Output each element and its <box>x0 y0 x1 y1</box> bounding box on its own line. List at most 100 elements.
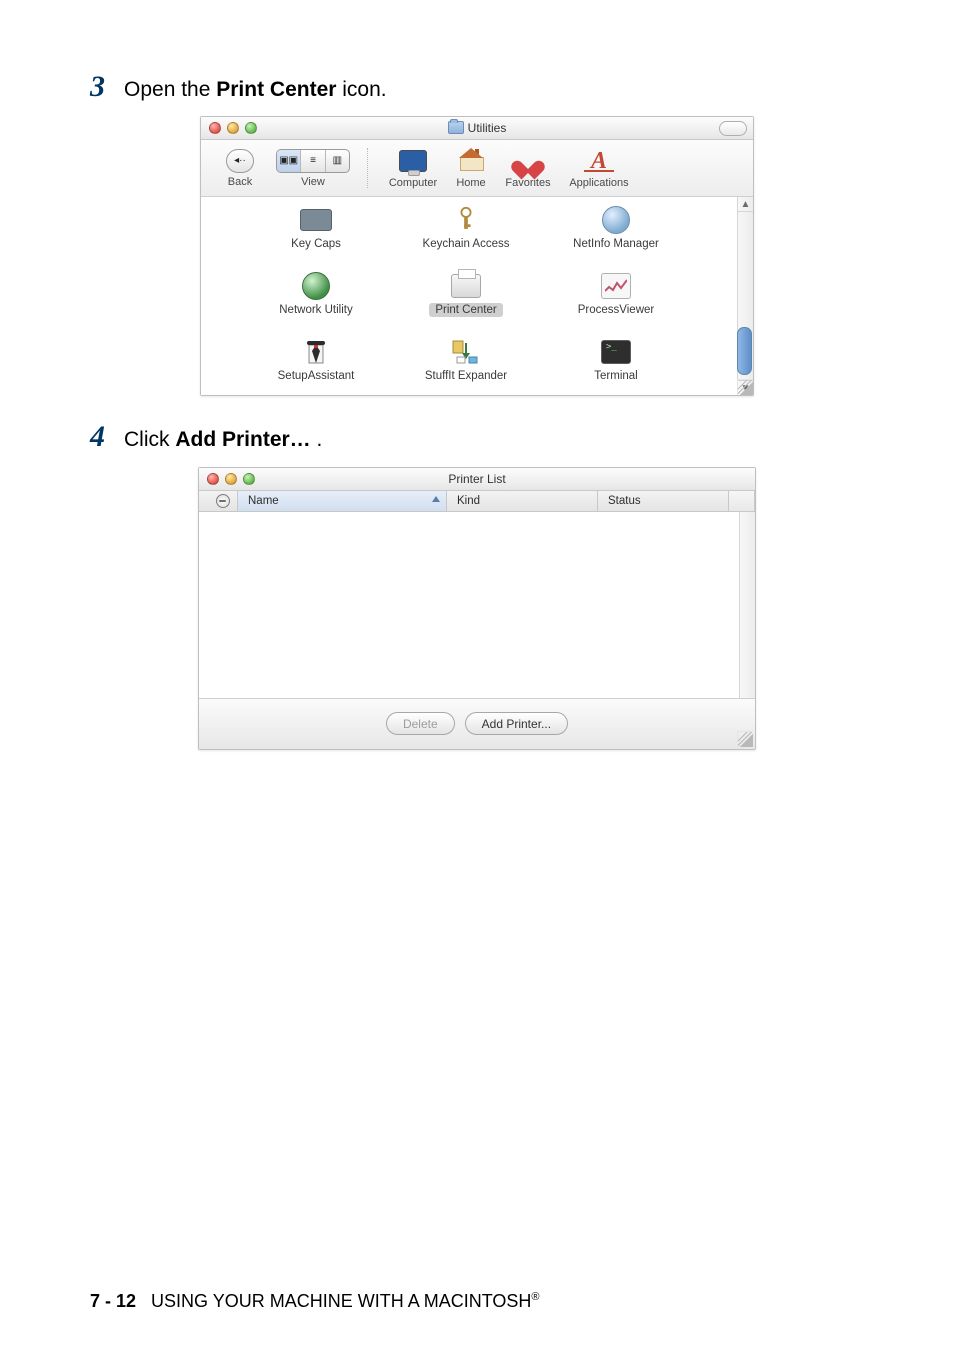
column-name[interactable]: Name <box>238 491 447 511</box>
key-caps-icon <box>300 209 332 231</box>
resize-handle-icon[interactable] <box>737 731 753 747</box>
toolbar: ◂·· Back ▣▣ ≡ ▥ View Computer Home <box>201 140 753 197</box>
network-icon <box>302 272 330 300</box>
home-button[interactable]: Home <box>445 148 497 189</box>
favorites-label: Favorites <box>497 177 559 189</box>
view-list-icon[interactable]: ≡ <box>300 150 324 172</box>
netinfo-icon <box>602 206 630 234</box>
processviewer-icon <box>601 273 631 299</box>
column-kind[interactable]: Kind <box>447 491 598 511</box>
item-label: Key Caps <box>287 237 345 251</box>
item-label: SetupAssistant <box>274 369 359 383</box>
add-printer-button-label: Add Printer... <box>482 717 551 731</box>
back-arrow-icon: ◂·· <box>234 155 246 166</box>
column-default[interactable] <box>199 491 238 511</box>
setupassistant-icon <box>305 339 327 365</box>
header-scroll-gap <box>729 491 755 511</box>
toolbar-separator <box>367 148 369 188</box>
home-icon <box>460 151 482 171</box>
chapter-title: USING YOUR MACHINE WITH A MACINTOSH <box>151 1291 531 1311</box>
view-switcher[interactable]: ▣▣ ≡ ▥ View <box>271 149 355 188</box>
scroll-up-icon[interactable]: ▲ <box>738 197 753 212</box>
zoom-icon[interactable] <box>243 473 255 485</box>
step-text: Open the Print Center icon. <box>124 76 387 104</box>
item-netinfo-manager[interactable]: NetInfo Manager <box>541 203 691 269</box>
printer-list-window: Printer List Name Kind Status Del <box>198 467 756 750</box>
item-print-center[interactable]: Print Center <box>391 269 541 335</box>
print-center-icon <box>451 274 481 298</box>
heart-icon <box>516 149 540 173</box>
scrollbar[interactable]: ▲ ▼ <box>737 197 753 395</box>
back-label: Back <box>215 176 265 188</box>
applications-label: Applications <box>559 177 639 189</box>
item-keychain-access[interactable]: Keychain Access <box>391 203 541 269</box>
zoom-icon[interactable] <box>245 122 257 134</box>
delete-button[interactable]: Delete <box>386 712 455 735</box>
window-title-text: Printer List <box>448 472 505 486</box>
computer-icon <box>399 150 427 172</box>
step-pre: Open the <box>124 78 216 101</box>
window-title-text: Utilities <box>468 121 507 135</box>
titlebar[interactable]: Printer List <box>199 468 755 491</box>
column-status-label: Status <box>608 495 641 507</box>
step-post: icon. <box>336 78 386 101</box>
item-network-utility[interactable]: Network Utility <box>241 269 391 335</box>
item-label: Print Center <box>429 303 502 317</box>
keychain-icon <box>455 206 477 234</box>
view-label: View <box>271 176 355 188</box>
minimize-icon[interactable] <box>225 473 237 485</box>
step-bold: Add Printer… <box>175 428 310 451</box>
view-column-icon[interactable]: ▥ <box>325 150 349 172</box>
item-label: ProcessViewer <box>574 303 659 317</box>
applications-icon: A <box>584 149 614 172</box>
step-text: Click Add Printer… . <box>124 426 322 454</box>
step-4: 4 Click Add Printer… . <box>90 420 864 454</box>
view-icon-grid-icon[interactable]: ▣▣ <box>277 150 300 172</box>
minimize-icon[interactable] <box>227 122 239 134</box>
column-name-label: Name <box>248 495 279 507</box>
item-setupassistant[interactable]: SetupAssistant <box>241 335 391 401</box>
folder-contents: Key Caps Keychain Access NetInfo Manager… <box>201 197 753 395</box>
add-printer-button[interactable]: Add Printer... <box>465 712 568 735</box>
step-number: 3 <box>90 70 124 104</box>
titlebar[interactable]: Utilities <box>201 117 753 140</box>
folder-icon <box>448 121 464 134</box>
table-header: Name Kind Status <box>199 491 755 512</box>
close-icon[interactable] <box>209 122 221 134</box>
close-icon[interactable] <box>207 473 219 485</box>
window-title: Utilities <box>201 121 753 135</box>
window-footer: Delete Add Printer... <box>199 699 755 749</box>
delete-button-label: Delete <box>403 717 438 731</box>
item-label: Network Utility <box>275 303 356 317</box>
window-title: Printer List <box>199 472 755 486</box>
computer-label: Computer <box>381 177 445 189</box>
back-button[interactable]: ◂·· Back <box>215 149 265 188</box>
column-kind-label: Kind <box>457 495 480 507</box>
toolbar-toggle-icon[interactable] <box>719 121 747 136</box>
sort-ascending-icon <box>432 496 440 502</box>
step-pre: Click <box>124 428 175 451</box>
item-terminal[interactable]: Terminal <box>541 335 691 401</box>
step-3: 3 Open the Print Center icon. <box>90 70 864 104</box>
item-processviewer[interactable]: ProcessViewer <box>541 269 691 335</box>
scrollbar[interactable] <box>739 512 755 698</box>
utilities-window: Utilities ◂·· Back ▣▣ ≡ ▥ View Computer <box>200 116 754 396</box>
favorites-button[interactable]: Favorites <box>497 148 559 189</box>
scroll-thumb[interactable] <box>737 327 752 375</box>
step-number: 4 <box>90 420 124 454</box>
applications-button[interactable]: A Applications <box>559 148 639 189</box>
item-stuffit-expander[interactable]: StuffIt Expander <box>391 335 541 401</box>
computer-button[interactable]: Computer <box>381 148 445 189</box>
registered-mark: ® <box>531 1291 539 1303</box>
stuffit-icon <box>451 339 481 365</box>
resize-handle-icon[interactable] <box>737 379 753 395</box>
page-number: 7 - 12 <box>90 1291 136 1311</box>
item-label: StuffIt Expander <box>421 369 511 383</box>
column-status[interactable]: Status <box>598 491 729 511</box>
page-footer: 7 - 12 USING YOUR MACHINE WITH A MACINTO… <box>90 1291 540 1312</box>
item-label: Terminal <box>590 369 641 383</box>
printer-table-body[interactable] <box>199 512 755 699</box>
item-label: NetInfo Manager <box>569 237 663 251</box>
default-printer-icon <box>216 494 230 508</box>
item-key-caps[interactable]: Key Caps <box>241 203 391 269</box>
